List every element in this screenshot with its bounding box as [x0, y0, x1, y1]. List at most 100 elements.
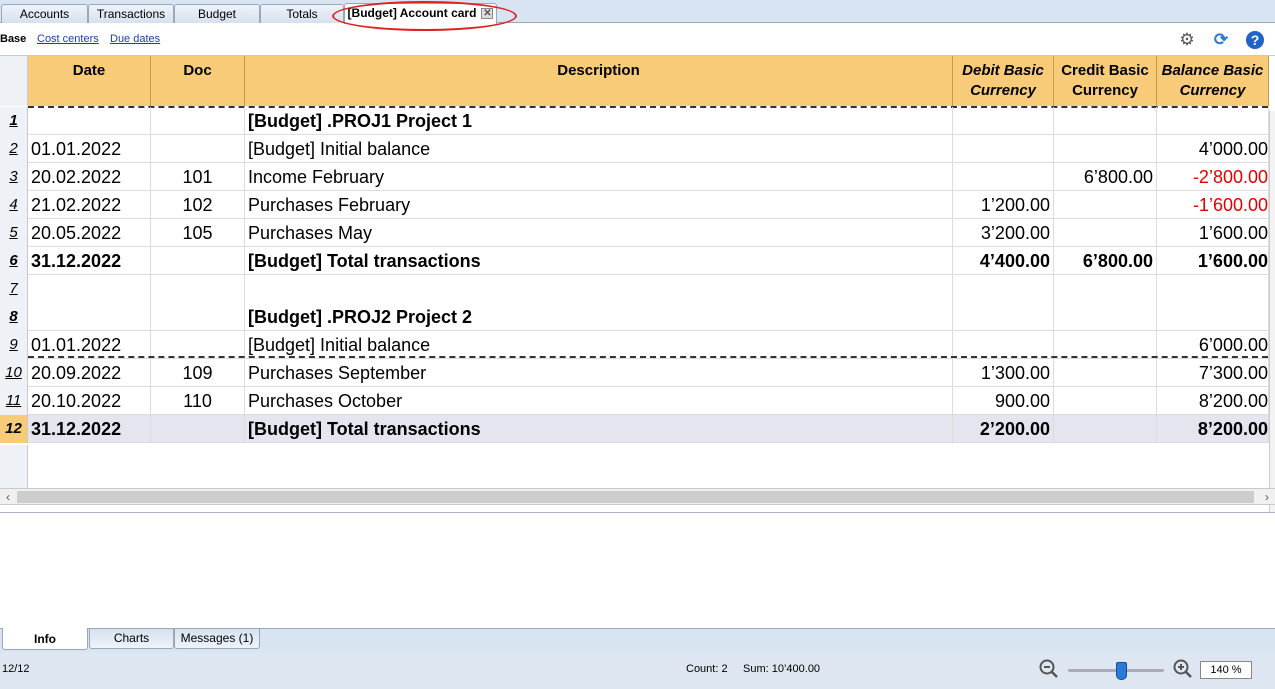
cell-debit[interactable] [953, 135, 1054, 163]
row-number[interactable]: 3 [0, 163, 28, 191]
cell-doc[interactable] [151, 107, 245, 135]
cell-credit[interactable] [1054, 275, 1157, 303]
tab-accounts[interactable]: Accounts [1, 4, 88, 23]
cell-debit[interactable]: 1’300.00 [953, 359, 1054, 387]
zoom-slider-thumb[interactable] [1116, 662, 1127, 680]
cell-balance[interactable]: 8’200.00 [1157, 415, 1269, 443]
cell-doc[interactable]: 102 [151, 191, 245, 219]
cell-credit[interactable] [1054, 219, 1157, 247]
row-number[interactable]: 9 [0, 331, 28, 359]
scrollbar-thumb[interactable] [17, 491, 1254, 503]
cell-balance[interactable]: 8’200.00 [1157, 387, 1269, 415]
table-row[interactable]: 7 [0, 275, 1275, 303]
cell-debit[interactable] [953, 275, 1054, 303]
row-number[interactable]: 2 [0, 135, 28, 163]
column-header-doc[interactable]: Doc [151, 56, 245, 106]
table-row[interactable]: 9 01.01.2022 [Budget] Initial balance 6’000… [0, 331, 1275, 359]
cell-balance[interactable] [1157, 303, 1269, 331]
cell-debit[interactable] [953, 163, 1054, 191]
zoom-level-field[interactable]: 140 % [1200, 661, 1252, 679]
cell-balance[interactable]: 4’000.00 [1157, 135, 1269, 163]
row-number[interactable]: 4 [0, 191, 28, 219]
table-row[interactable]: 2 01.01.2022 [Budget] Initial balance 4’000… [0, 135, 1275, 163]
table-row[interactable]: 8 [Budget] .PROJ2 Project 2 [0, 303, 1275, 331]
cell-debit[interactable]: 2’200.00 [953, 415, 1054, 443]
cell-description[interactable]: [Budget] Initial balance [245, 331, 953, 359]
cell-balance[interactable]: -2’800.00 [1157, 163, 1269, 191]
view-cost-centers[interactable]: Cost centers [37, 33, 99, 45]
cell-credit[interactable] [1054, 107, 1157, 135]
cell-credit[interactable] [1054, 331, 1157, 359]
help-icon[interactable]: ? [1245, 30, 1265, 50]
column-header-description[interactable]: Description [245, 56, 953, 106]
tab-totals[interactable]: Totals [260, 4, 344, 23]
cell-doc[interactable] [151, 415, 245, 443]
cell-doc[interactable]: 110 [151, 387, 245, 415]
cell-description[interactable]: Purchases May [245, 219, 953, 247]
tab-info[interactable]: Info [2, 628, 88, 650]
row-number[interactable]: 7 [0, 275, 28, 303]
cell-balance[interactable] [1157, 275, 1269, 303]
row-number[interactable]: 1 [0, 107, 28, 135]
cell-balance[interactable]: -1’600.00 [1157, 191, 1269, 219]
cell-debit[interactable] [953, 331, 1054, 359]
table-row[interactable]: 3 20.02.2022 101 Income February 6’800.00 -2’… [0, 163, 1275, 191]
cell-credit[interactable] [1054, 359, 1157, 387]
cell-debit[interactable] [953, 303, 1054, 331]
tab-charts[interactable]: Charts [89, 629, 174, 649]
cell-credit[interactable] [1054, 387, 1157, 415]
cell-date[interactable]: 20.02.2022 [28, 163, 151, 191]
cell-date[interactable]: 01.01.2022 [28, 135, 151, 163]
cell-debit[interactable] [953, 107, 1054, 135]
cell-date[interactable] [28, 275, 151, 303]
cell-description[interactable]: Purchases February [245, 191, 953, 219]
scroll-left-icon[interactable]: ‹ [0, 489, 16, 505]
table-row[interactable]: 12 31.12.2022 [Budget] Total transactions 2… [0, 415, 1275, 443]
cell-credit[interactable] [1054, 135, 1157, 163]
view-base[interactable]: Base [0, 33, 26, 45]
row-number[interactable]: 8 [0, 303, 28, 331]
vertical-scrollbar[interactable] [1269, 111, 1275, 543]
cell-doc[interactable] [151, 247, 245, 275]
row-number[interactable]: 10 [0, 359, 28, 387]
cell-doc[interactable] [151, 303, 245, 331]
gear-icon[interactable]: ⚙ [1177, 30, 1197, 50]
cell-balance[interactable]: 1’600.00 [1157, 219, 1269, 247]
cell-date[interactable]: 31.12.2022 [28, 247, 151, 275]
table-row[interactable]: 1 [Budget] .PROJ1 Project 1 [0, 107, 1275, 135]
cell-doc[interactable]: 105 [151, 219, 245, 247]
cell-debit[interactable]: 4’400.00 [953, 247, 1054, 275]
zoom-out-icon[interactable] [1038, 658, 1060, 680]
cell-doc[interactable] [151, 135, 245, 163]
cell-credit[interactable] [1054, 303, 1157, 331]
table-row[interactable]: 10 20.09.2022 109 Purchases September 1’300.… [0, 359, 1275, 387]
table-row[interactable]: 5 20.05.2022 105 Purchases May 3’200.00 1’600… [0, 219, 1275, 247]
table-row[interactable]: 6 31.12.2022 [Budget] Total transactions 4’… [0, 247, 1275, 275]
column-header-date[interactable]: Date [28, 56, 151, 106]
cell-description[interactable]: [Budget] Total transactions [245, 247, 953, 275]
column-header-credit[interactable]: Credit Basic Currency [1054, 56, 1157, 106]
cell-date[interactable]: 20.09.2022 [28, 359, 151, 387]
cell-balance[interactable] [1157, 107, 1269, 135]
cell-date[interactable]: 20.05.2022 [28, 219, 151, 247]
cell-credit[interactable] [1054, 415, 1157, 443]
cell-debit[interactable]: 3’200.00 [953, 219, 1054, 247]
tab-messages[interactable]: Messages (1) [174, 629, 260, 649]
cell-date[interactable] [28, 107, 151, 135]
table-row[interactable]: 4 21.02.2022 102 Purchases February 1’200.00… [0, 191, 1275, 219]
cell-doc[interactable]: 109 [151, 359, 245, 387]
scroll-right-icon[interactable]: › [1259, 489, 1275, 505]
view-due-dates[interactable]: Due dates [110, 33, 160, 45]
cell-description[interactable]: Income February [245, 163, 953, 191]
row-number[interactable]: 11 [0, 387, 28, 415]
cell-date[interactable]: 20.10.2022 [28, 387, 151, 415]
cell-balance[interactable]: 6’000.00 [1157, 331, 1269, 359]
table-row[interactable]: 11 20.10.2022 110 Purchases October 900.00 8’… [0, 387, 1275, 415]
cell-description[interactable]: Purchases October [245, 387, 953, 415]
cell-debit[interactable]: 1’200.00 [953, 191, 1054, 219]
cell-doc[interactable] [151, 275, 245, 303]
row-number[interactable]: 12 [0, 415, 28, 443]
cell-description[interactable]: [Budget] Total transactions [245, 415, 953, 443]
cell-description[interactable]: Purchases September [245, 359, 953, 387]
cell-date[interactable] [28, 303, 151, 331]
